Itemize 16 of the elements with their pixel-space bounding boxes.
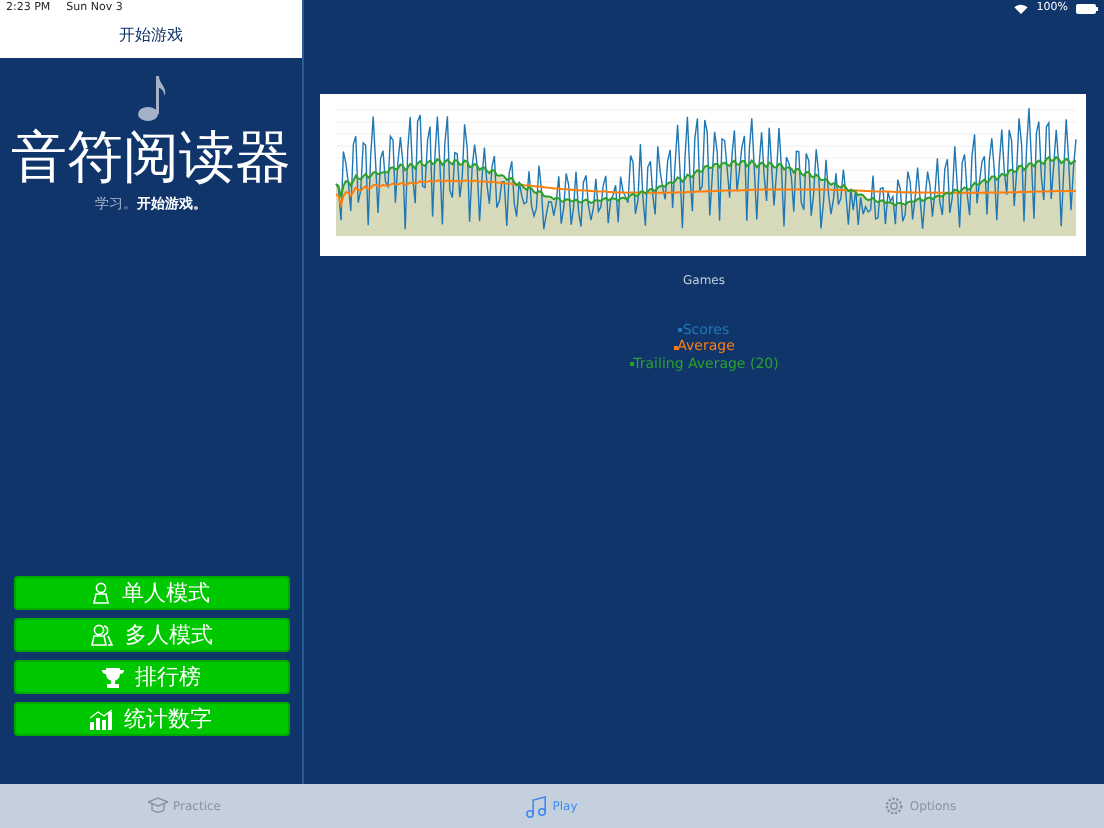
- menu-button[interactable]: 排行榜: [13, 660, 289, 694]
- battery-icon: [1076, 4, 1098, 14]
- person-icon: [92, 582, 110, 604]
- app-title: 音符阅读器: [9, 130, 293, 186]
- menu-button[interactable]: 单人模式: [13, 576, 289, 610]
- music-note-icon: [135, 74, 167, 122]
- wifi-icon: [1014, 4, 1029, 14]
- gear-icon: [883, 796, 904, 816]
- menu-button[interactable]: 统计数字: [13, 702, 289, 736]
- trophy-icon: [101, 667, 123, 687]
- graduation-cap-icon: [147, 796, 168, 816]
- menu-button[interactable]: 多人模式: [13, 618, 289, 652]
- people-icon: [89, 624, 113, 646]
- music-notes-icon: [526, 795, 547, 817]
- bar-chart-icon: [90, 709, 112, 729]
- sidebar-title: 开始游戏: [119, 24, 183, 48]
